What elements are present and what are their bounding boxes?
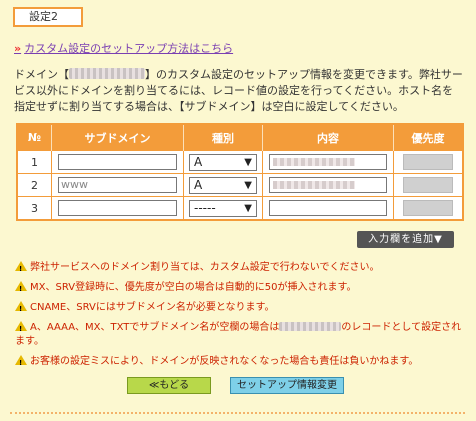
setup-guide-link[interactable]: » カスタム設定のセットアップ方法はこちら	[14, 40, 233, 56]
warning-note-text: MX、SRV登録時に、優先度が空白の場合は自動的に50が挿入されます。	[30, 282, 357, 293]
section-title: 設定2	[13, 7, 83, 27]
warning-icon	[15, 261, 27, 276]
record-type-select[interactable]: A ▼	[189, 153, 257, 171]
warning-note: 弊社サービスへのドメイン割り当ては、カスタム設定で行わないでください。	[15, 261, 470, 276]
warning-note: MX、SRV登録時に、優先度が空白の場合は自動的に50が挿入されます。	[15, 281, 470, 296]
add-input-rows-button[interactable]: 入力欄を追加▼	[357, 231, 454, 248]
subdomain-input[interactable]: www	[58, 177, 177, 193]
content-input[interactable]	[269, 177, 387, 193]
masked-content-value	[273, 181, 355, 189]
table-row: 1 A ▼	[16, 150, 464, 174]
double-arrow-icon: »	[14, 42, 22, 55]
warning-note-text: A、AAAA、MX、TXTでサブドメイン名が空欄の場合は	[30, 322, 280, 333]
dropdown-arrow-icon: ▼	[244, 156, 252, 168]
table-row: 3 ----- ▼	[16, 196, 464, 221]
column-header-subdomain: サブドメイン	[51, 124, 184, 151]
record-type-value: -----	[194, 200, 216, 215]
priority-input-disabled	[403, 200, 453, 216]
column-header-number: №	[17, 124, 52, 151]
subdomain-input[interactable]	[58, 154, 177, 170]
warning-note: お客様の設定ミスにより、ドメインが反映されなくなった場合も責任は負いかねます。	[15, 355, 470, 370]
row-number: 2	[16, 173, 52, 197]
update-setup-button[interactable]: セットアップ情報変更	[230, 377, 344, 394]
column-header-type: 種別	[183, 124, 263, 151]
masked-domain-name	[69, 68, 145, 79]
priority-input-disabled	[403, 177, 453, 193]
priority-input-disabled	[403, 154, 453, 170]
warning-note-text: お客様の設定ミスにより、ドメインが反映されなくなった場合も責任は負いかねます。	[30, 356, 419, 367]
warning-note: A、AAAA、MX、TXTでサブドメイン名が空欄の場合はのレコードとして設定され…	[15, 321, 470, 349]
setup-guide-link-label[interactable]: カスタム設定のセットアップ方法はこちら	[24, 42, 233, 55]
warning-icon	[15, 301, 27, 316]
record-type-select[interactable]: A ▼	[189, 176, 257, 194]
warning-note-text: CNAME、SRVにはサブドメイン名が必要となります。	[30, 302, 275, 313]
warning-note: CNAME、SRVにはサブドメイン名が必要となります。	[15, 301, 470, 316]
masked-content-value	[273, 158, 355, 166]
record-type-value: A	[194, 154, 203, 169]
back-button[interactable]: ≪もどる	[127, 377, 211, 394]
dns-records-table: № サブドメイン 種別 内容 優先度 1 A ▼ 2 www A ▼ 3 -----…	[16, 123, 464, 221]
table-row: 2 www A ▼	[16, 173, 464, 197]
content-input[interactable]	[269, 154, 387, 170]
record-type-value: A	[194, 177, 203, 192]
dropdown-arrow-icon: ▼	[244, 202, 252, 214]
subdomain-input[interactable]	[58, 200, 177, 216]
dropdown-arrow-icon: ▼	[244, 179, 252, 191]
content-input[interactable]	[269, 200, 387, 216]
column-header-priority: 優先度	[393, 124, 464, 151]
row-number: 3	[16, 196, 52, 221]
record-type-select[interactable]: ----- ▼	[189, 199, 257, 217]
warning-icon	[15, 355, 27, 370]
dotted-divider	[10, 412, 465, 414]
warning-icon	[15, 321, 27, 336]
warning-note-text: 弊社サービスへのドメイン割り当ては、カスタム設定で行わないでください。	[30, 262, 380, 273]
description: ドメイン【 】のカスタム設定のセットアップ情報を変更できます。弊社サービス以外にド…	[14, 67, 464, 115]
masked-domain-name	[279, 322, 342, 331]
warning-icon	[15, 281, 27, 296]
warning-notes: 弊社サービスへのドメイン割り当ては、カスタム設定で行わないでください。 MX、S…	[15, 261, 470, 375]
row-number: 1	[16, 150, 52, 174]
column-header-content: 内容	[262, 124, 394, 151]
description-prefix: ドメイン【	[14, 68, 69, 81]
